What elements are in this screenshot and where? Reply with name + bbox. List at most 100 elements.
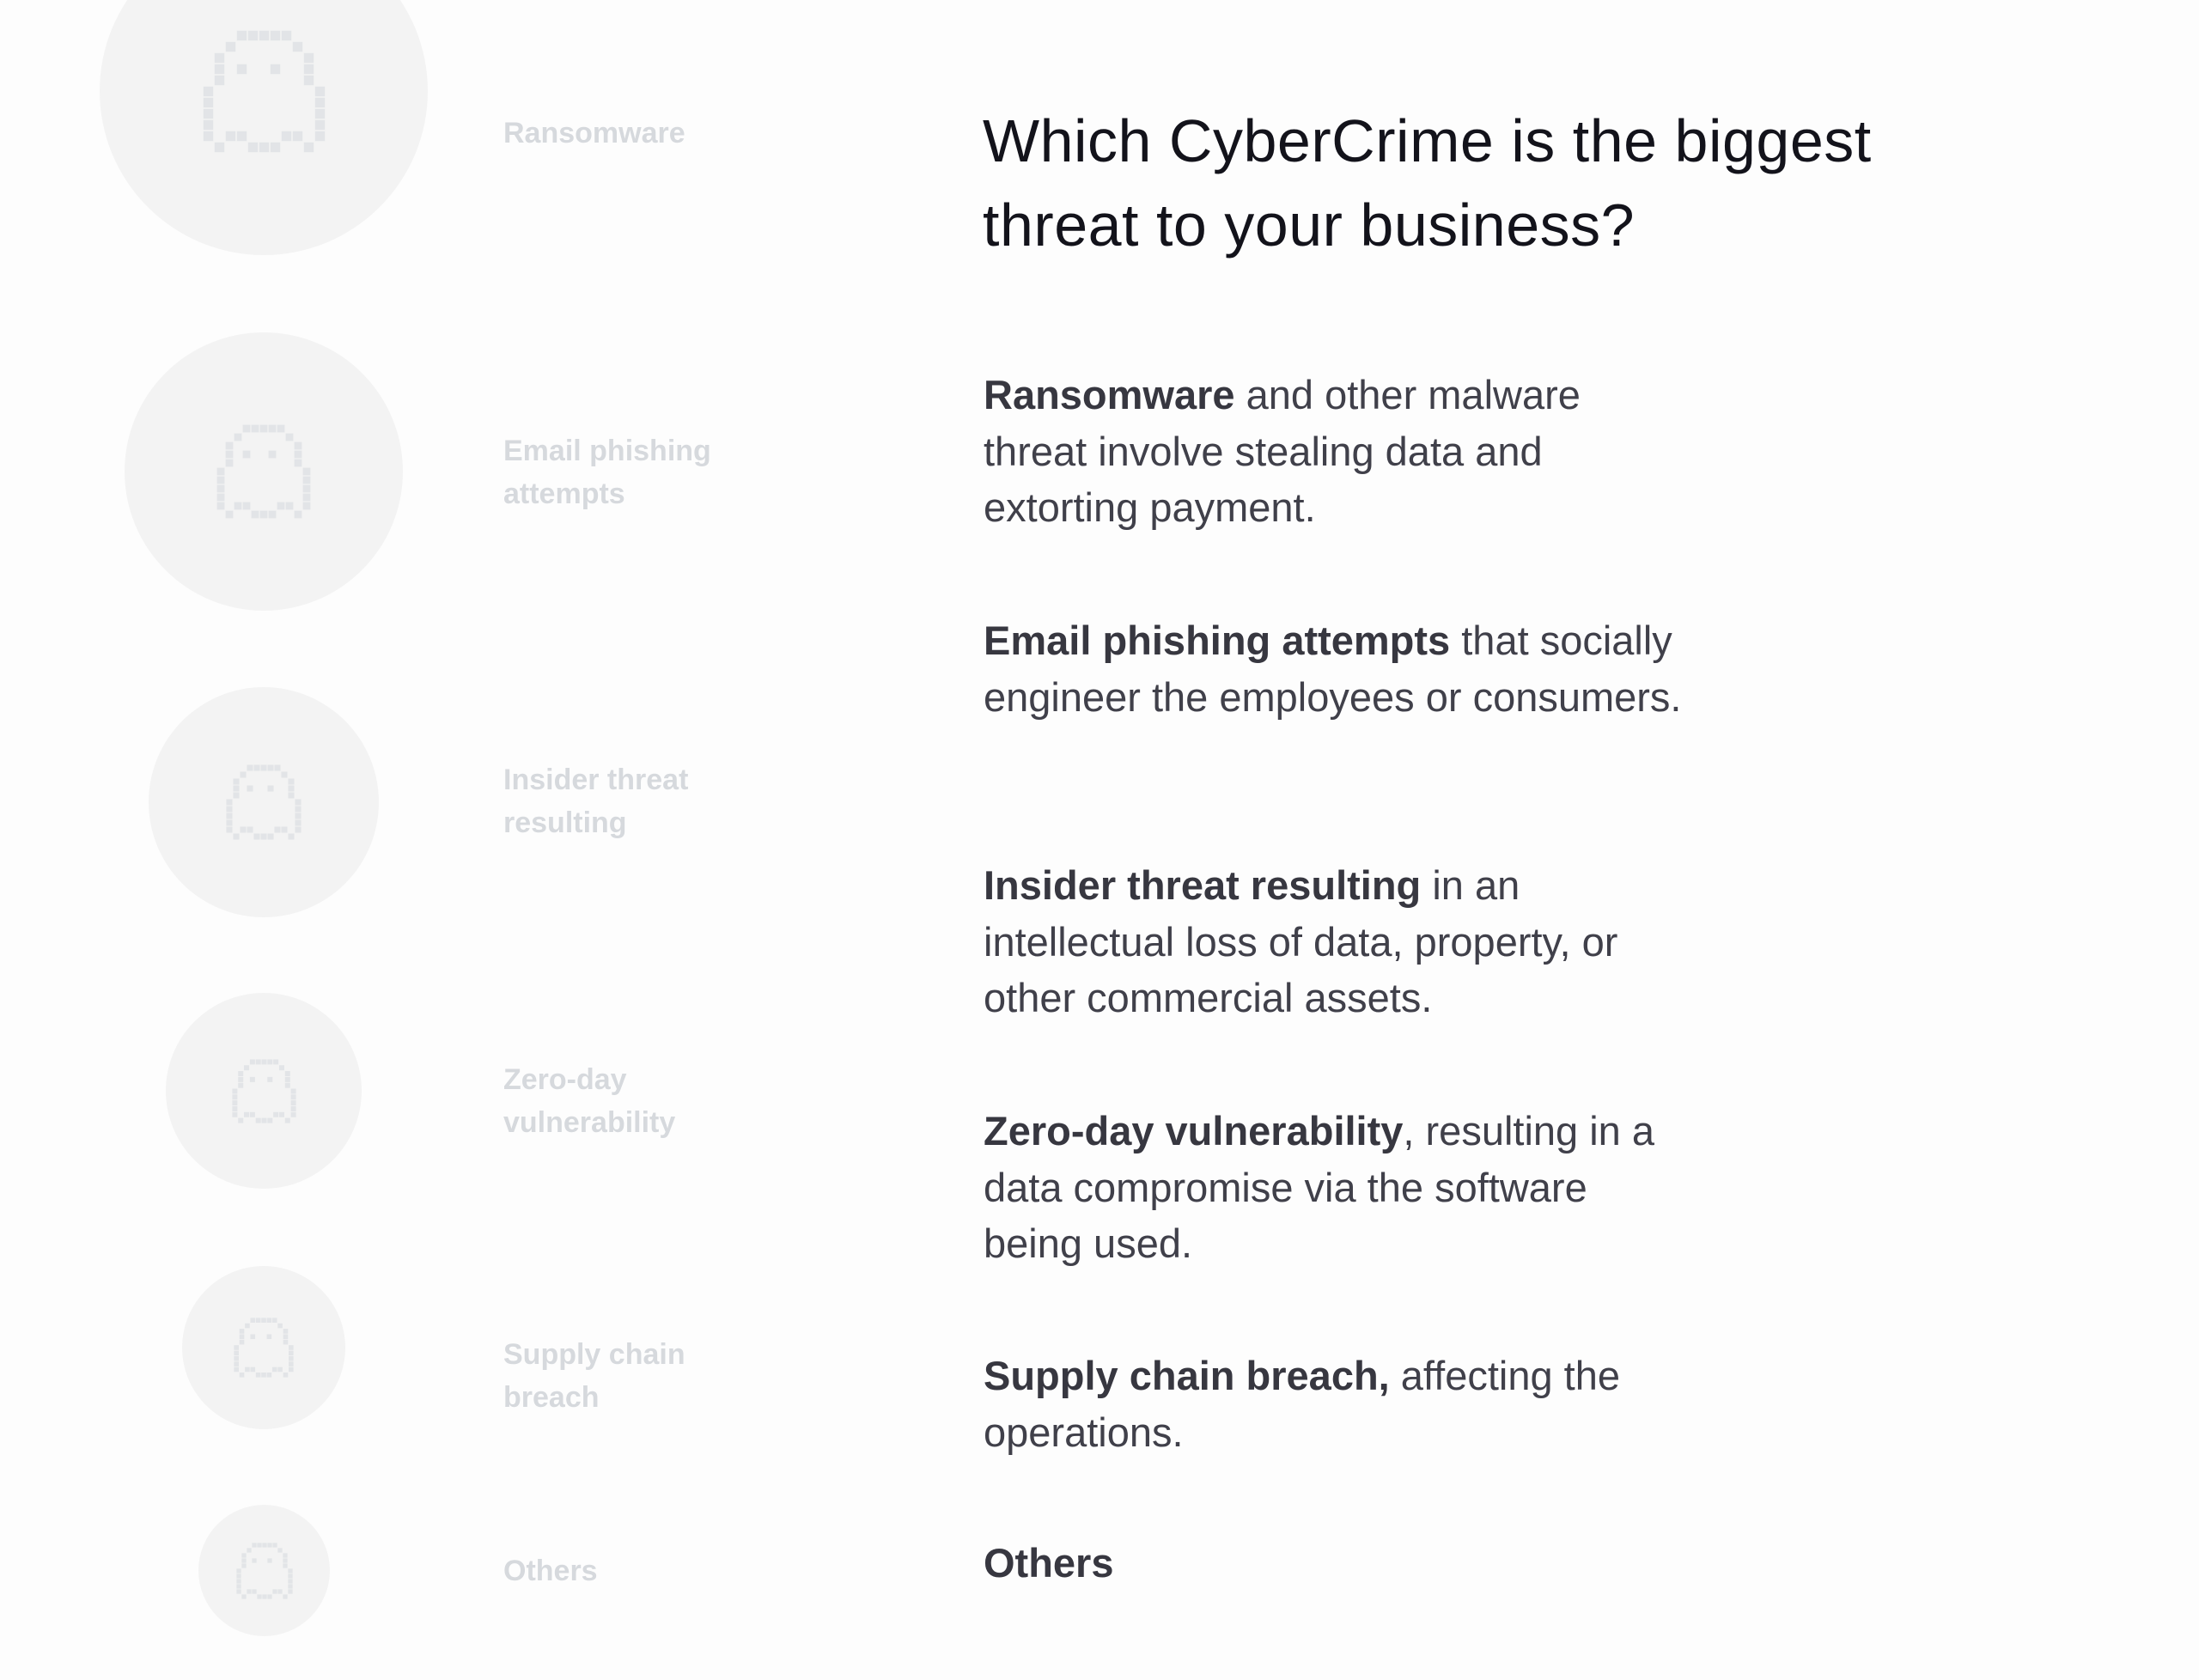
ghost-pixel xyxy=(271,1318,277,1323)
ghost-pixel xyxy=(234,1367,239,1373)
ghost-pixel xyxy=(302,484,311,493)
ghost-pixel xyxy=(282,1552,288,1558)
ghost-pixel xyxy=(249,1111,255,1117)
option-circle-supply-chain[interactable] xyxy=(182,1266,345,1429)
ghost-pixel xyxy=(261,1373,266,1378)
ghost-pixel xyxy=(216,502,225,510)
ghost-pixel xyxy=(225,441,234,450)
ghost-pixel xyxy=(239,1334,245,1340)
ghost-pixel xyxy=(253,764,260,771)
description-title: Others xyxy=(984,1540,1114,1586)
option-label-ransomware[interactable]: Ransomware xyxy=(503,112,778,155)
ghost-pixel xyxy=(251,1588,257,1594)
option-label-email-phishing[interactable]: Email phishing attempts xyxy=(503,429,778,515)
ghost-pixel xyxy=(261,1058,266,1064)
option-circle-zero-day[interactable] xyxy=(166,993,362,1189)
description-title: Zero-day vulnerability xyxy=(984,1108,1404,1153)
ghost-pixel xyxy=(247,142,258,152)
ghost-pixel xyxy=(243,1111,249,1117)
ghost-pixel xyxy=(266,1542,272,1548)
ghost-pixel xyxy=(284,1076,290,1082)
ghost-pixel xyxy=(295,806,302,813)
option-label-line: Email phishing xyxy=(503,435,711,467)
ghost-pixel xyxy=(281,826,288,833)
ghost-pixel xyxy=(237,1076,243,1082)
ghost-pixel xyxy=(266,1593,272,1599)
ghost-pixel xyxy=(294,510,302,519)
description-title: Email phishing attempts xyxy=(984,618,1451,663)
ghost-pixel xyxy=(253,833,260,840)
description-title: Insider threat resulting xyxy=(984,862,1422,908)
ghost-pixel xyxy=(225,41,235,52)
option-label-others[interactable]: Others xyxy=(503,1549,778,1592)
ghost-pixel xyxy=(255,1373,261,1378)
ghost-pixel xyxy=(241,1552,247,1558)
ghost-pixel xyxy=(235,1578,241,1584)
option-label-line: vulnerability xyxy=(503,1106,676,1139)
ghost-pixel xyxy=(285,502,294,510)
ghost-pixel xyxy=(225,459,234,467)
ghost-pixel xyxy=(231,1088,237,1093)
ghost-pixel xyxy=(259,424,268,433)
ghost-pixel xyxy=(287,1573,293,1579)
ghost-pixel xyxy=(287,1578,293,1584)
ghost-pixel xyxy=(288,833,295,840)
ghost-pixel xyxy=(302,476,311,484)
ghost-pixel xyxy=(247,30,258,40)
ghost-pixel xyxy=(251,1557,257,1563)
ghost-pixel xyxy=(277,1588,283,1594)
ghost-pixel xyxy=(226,813,233,819)
ghost-pixel xyxy=(285,433,294,441)
ghost-pixel xyxy=(250,1334,256,1340)
option-label-supply-chain[interactable]: Supply chain breach xyxy=(503,1333,778,1419)
ghost-pixel xyxy=(289,1361,294,1367)
ghost-pixel xyxy=(231,1111,237,1117)
ghost-pixel xyxy=(302,467,311,476)
ghost-pixel xyxy=(241,1562,247,1568)
ghost-pixel xyxy=(314,108,325,119)
option-circle-insider-threat[interactable] xyxy=(149,687,379,917)
option-label-line: Ransomware xyxy=(503,117,685,149)
ghost-pixel xyxy=(303,64,314,74)
option-label-insider-threat[interactable]: Insider threat resulting xyxy=(503,758,778,844)
ghost-pixel xyxy=(259,142,269,152)
ghost-pixel xyxy=(256,1593,262,1599)
ghost-pixel xyxy=(295,813,302,819)
option-circle-ransomware[interactable] xyxy=(100,0,428,255)
ghost-pixel xyxy=(289,1345,294,1350)
ghost-pixel xyxy=(288,792,295,799)
description-title: Supply chain breach, xyxy=(984,1353,1390,1398)
ghost-pixel xyxy=(240,771,247,778)
ghost-pixel xyxy=(236,131,247,141)
ghost-pixel xyxy=(303,75,314,85)
ghost-pixel xyxy=(270,64,280,74)
ghost-pixel xyxy=(278,1064,284,1070)
ghost-pixel xyxy=(226,806,233,813)
ghost-pixel xyxy=(242,424,251,433)
ghost-pixel xyxy=(241,1557,247,1563)
ghost-pixel xyxy=(270,30,280,40)
ghost-pixel xyxy=(236,30,247,40)
ghost-pixel xyxy=(295,799,302,806)
ghost-pixel xyxy=(235,1567,241,1573)
ghost-pixel xyxy=(247,826,253,833)
ghost-pixel xyxy=(281,30,291,40)
ghost-pixel xyxy=(214,75,224,85)
ghost-pixel xyxy=(267,785,274,792)
option-circle-others[interactable] xyxy=(198,1505,330,1636)
option-label-line: Insider threat xyxy=(503,764,689,796)
description-supply-chain: Supply chain breach, affecting the opera… xyxy=(984,1348,1688,1460)
ghost-pixel xyxy=(255,1318,261,1323)
ghost-pixel xyxy=(283,1334,289,1340)
ghost-pixel xyxy=(242,502,251,510)
ghost-pixel xyxy=(292,131,302,141)
ghost-pixel xyxy=(314,86,325,96)
page-title-line-1: Which CyberCrime is the biggest xyxy=(983,107,1872,174)
ghost-pixel xyxy=(277,502,285,510)
ghost-pixel xyxy=(267,764,274,771)
option-circle-email-phishing[interactable] xyxy=(125,332,403,611)
ghost-pixel xyxy=(314,97,325,107)
ghost-pixel xyxy=(239,1339,245,1345)
option-label-zero-day[interactable]: Zero-day vulnerability xyxy=(503,1058,778,1144)
ghost-pixel xyxy=(203,131,213,141)
